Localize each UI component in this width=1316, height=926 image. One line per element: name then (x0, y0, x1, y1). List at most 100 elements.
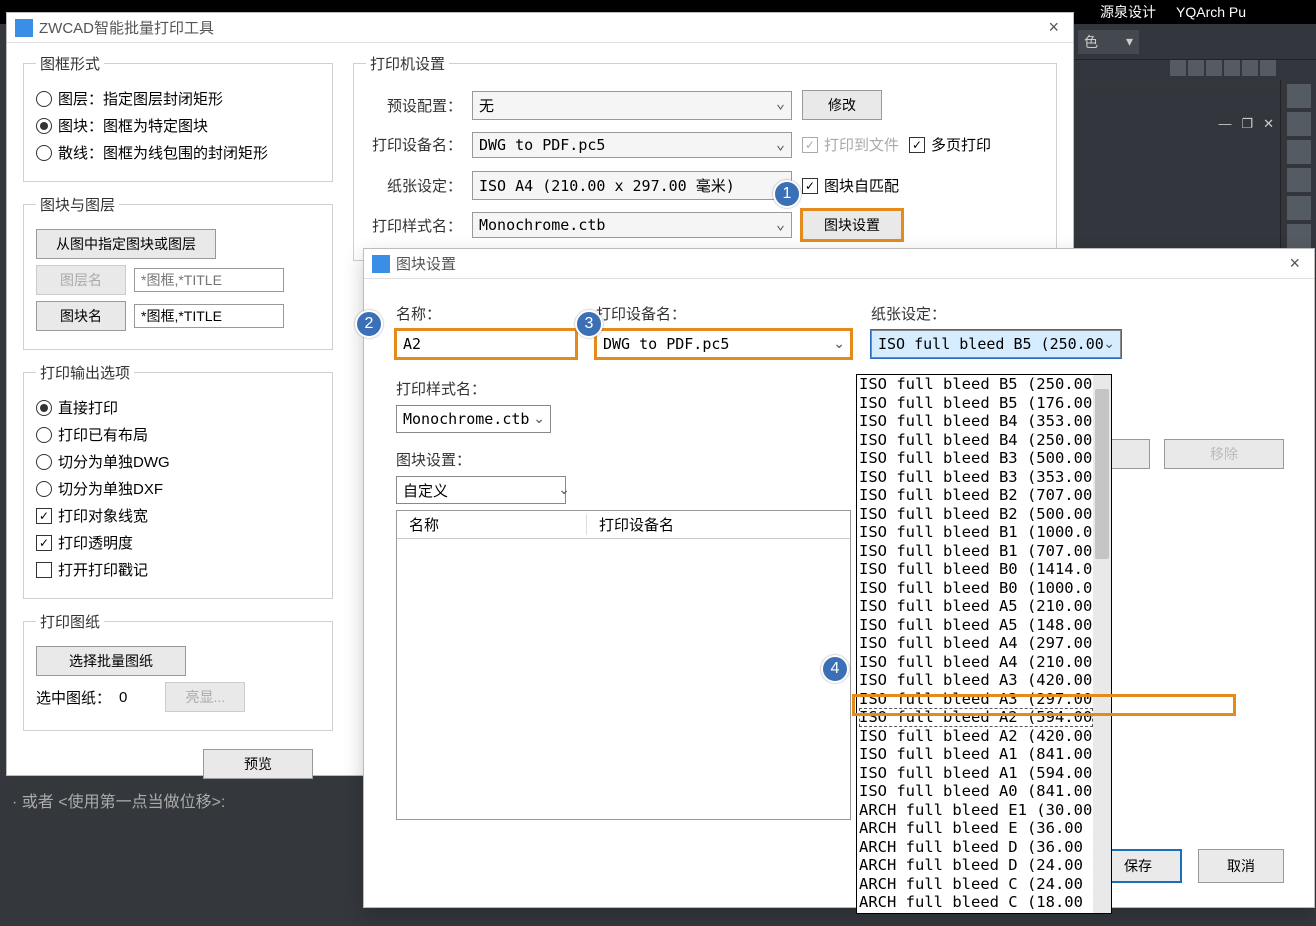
block-config-button[interactable]: 图块设置 (802, 210, 902, 240)
paper-option[interactable]: ARCH full bleed C (24.00 x (859, 875, 1093, 894)
paper-option[interactable]: ARCH full bleed D (36.00 x (859, 838, 1093, 857)
paper-option[interactable]: ISO full bleed B0 (1414.00 (859, 560, 1093, 579)
paper-size-list[interactable]: ISO full bleed B5 (250.00ISO full bleed … (857, 375, 1093, 913)
paper-option[interactable]: ARCH full bleed E1 (30.00 (859, 801, 1093, 820)
tool-icon[interactable] (1287, 196, 1311, 220)
dropdown-scrollbar[interactable] (1093, 375, 1111, 913)
paper-option[interactable]: ISO full bleed A0 (841.00 (859, 782, 1093, 801)
paper-option[interactable]: ISO full bleed A5 (148.00 (859, 616, 1093, 635)
paper-select-value[interactable] (871, 330, 1121, 358)
radio-scatter[interactable] (36, 145, 52, 161)
remove-button[interactable]: 移除 (1164, 439, 1284, 469)
ribbon-icon[interactable] (1224, 60, 1240, 76)
radio-direct-row[interactable]: 直接打印 (36, 397, 320, 418)
check-plotstamp[interactable] (36, 562, 52, 578)
paper-option[interactable]: ISO full bleed B5 (250.00 (859, 375, 1093, 394)
pick-sheets-button[interactable]: 选择批量图纸 (36, 646, 186, 676)
radio-layer-row[interactable]: 图层：指定图层封闭矩形 (36, 88, 320, 109)
tool-icon[interactable] (1287, 140, 1311, 164)
radio-block-row[interactable]: 图块：图框为特定图块 (36, 115, 320, 136)
ribbon-icon[interactable] (1260, 60, 1276, 76)
radio-layout[interactable] (36, 427, 52, 443)
radio-block[interactable] (36, 118, 52, 134)
check-automatch[interactable] (802, 178, 818, 194)
radio-dxf[interactable] (36, 481, 52, 497)
ribbon-icon[interactable] (1170, 60, 1186, 76)
menu-yqarch[interactable]: YQArch Pu (1176, 4, 1246, 20)
layer-color-dropdown[interactable]: 色▾ (1078, 30, 1139, 54)
paper-option[interactable]: ISO full bleed B2 (500.00 (859, 505, 1093, 524)
paper-size-dropdown[interactable]: ISO full bleed B5 (250.00ISO full bleed … (856, 374, 1112, 914)
modify-button[interactable]: 修改 (802, 90, 882, 120)
device-select-value[interactable] (596, 330, 851, 358)
paper-option[interactable]: ISO full bleed B5 (176.00 (859, 394, 1093, 413)
doc-min-icon[interactable]: — (1218, 116, 1231, 132)
radio-dwg[interactable] (36, 454, 52, 470)
paper-option[interactable]: ISO full bleed B1 (707.00 (859, 542, 1093, 561)
preset-select[interactable]: 无 (472, 91, 792, 120)
radio-layout-row[interactable]: 打印已有布局 (36, 424, 320, 445)
cancel-button[interactable]: 取消 (1198, 849, 1284, 883)
check-multipage-row[interactable]: 多页打印 (909, 134, 991, 155)
paper-option[interactable]: ISO full bleed B2 (707.00 (859, 486, 1093, 505)
doc-close-icon[interactable]: ✕ (1263, 116, 1274, 132)
close-icon[interactable]: × (1042, 17, 1065, 38)
radio-dwg-row[interactable]: 切分为单独DWG (36, 451, 320, 472)
block-list-table[interactable]: 名称 打印设备名 (396, 510, 851, 820)
device-select[interactable]: DWG to PDF.pc5 (472, 132, 792, 158)
tool-icon[interactable] (1287, 168, 1311, 192)
paper-option[interactable]: ISO full bleed A2 (594.00 x 420.00 毫米) (859, 708, 1093, 727)
paper-option[interactable]: ARCH full bleed C (18.00 x (859, 893, 1093, 912)
paper-option[interactable]: ISO full bleed A3 (297.00 (859, 690, 1093, 709)
paper-option[interactable]: ISO full bleed A3 (420.00 (859, 671, 1093, 690)
check-lineweight-row[interactable]: 打印对象线宽 (36, 505, 320, 526)
check-multipage[interactable] (909, 137, 925, 153)
paper-option[interactable]: ISO full bleed A5 (210.00 (859, 597, 1093, 616)
tool-icon[interactable] (1287, 224, 1311, 248)
dialog-titlebar[interactable]: ZWCAD智能批量打印工具 × (7, 13, 1073, 43)
check-automatch-row[interactable]: 图块自匹配 (802, 175, 899, 196)
block-dialog-titlebar[interactable]: 图块设置 × (364, 249, 1314, 279)
paper-option[interactable]: ISO full bleed B1 (1000.00 (859, 523, 1093, 542)
plotstyle-select[interactable]: Monochrome.ctb (472, 212, 792, 238)
radio-scatter-row[interactable]: 散线：图框为线包围的封闭矩形 (36, 142, 320, 163)
ribbon-icon[interactable] (1242, 60, 1258, 76)
paper-option[interactable]: ISO full bleed B3 (500.00 (859, 449, 1093, 468)
plotstyle-select-value[interactable] (396, 405, 551, 433)
paper-option[interactable]: ARCH full bleed D (24.00 x (859, 856, 1093, 875)
tool-icon[interactable] (1287, 112, 1311, 136)
menu-source-design[interactable]: 源泉设计 (1100, 2, 1156, 22)
preview-button[interactable]: 预览 (203, 749, 313, 779)
close-icon[interactable]: × (1283, 253, 1306, 274)
check-transparency-row[interactable]: 打印透明度 (36, 532, 320, 553)
paper-option[interactable]: ARCH full bleed E (36.00 x (859, 819, 1093, 838)
paper-option[interactable]: ISO full bleed A4 (297.00 (859, 634, 1093, 653)
ribbon-icon[interactable] (1188, 60, 1204, 76)
block-name-input[interactable] (134, 304, 284, 328)
check-plotstamp-row[interactable]: 打开打印戳记 (36, 559, 320, 580)
radio-dxf-row[interactable]: 切分为单独DXF (36, 478, 320, 499)
paper-option[interactable]: ISO full bleed A1 (841.00 (859, 745, 1093, 764)
doc-max-icon[interactable]: ❐ (1241, 116, 1253, 132)
check-lineweight[interactable] (36, 508, 52, 524)
blockcfg-select-value[interactable] (396, 476, 566, 504)
paper-option[interactable]: ISO full bleed B0 (1000.00 (859, 579, 1093, 598)
radio-direct[interactable] (36, 400, 52, 416)
device-select[interactable] (596, 330, 851, 358)
pick-block-layer-button[interactable]: 从图中指定图块或图层 (36, 229, 216, 259)
scrollbar-thumb[interactable] (1095, 389, 1109, 559)
paper-option[interactable]: ISO full bleed B3 (353.00 (859, 468, 1093, 487)
paper-option[interactable]: ARCH full bleed B (18.00 x (859, 912, 1093, 914)
paper-option[interactable]: ISO full bleed A4 (210.00 (859, 653, 1093, 672)
plotstyle-select[interactable] (396, 405, 551, 433)
paper-option[interactable]: ISO full bleed B4 (250.00 (859, 431, 1093, 450)
paper-option[interactable]: ISO full bleed B4 (353.00 (859, 412, 1093, 431)
blockcfg-select[interactable] (396, 476, 576, 504)
layer-name-input[interactable] (134, 268, 284, 292)
ribbon-icon[interactable] (1206, 60, 1222, 76)
paper-select[interactable]: ISO A4 (210.00 x 297.00 毫米) (472, 171, 792, 200)
paper-option[interactable]: ISO full bleed A1 (594.00 (859, 764, 1093, 783)
block-name-button[interactable]: 图块名 (36, 301, 126, 331)
radio-layer[interactable] (36, 91, 52, 107)
tool-icon[interactable] (1287, 84, 1311, 108)
